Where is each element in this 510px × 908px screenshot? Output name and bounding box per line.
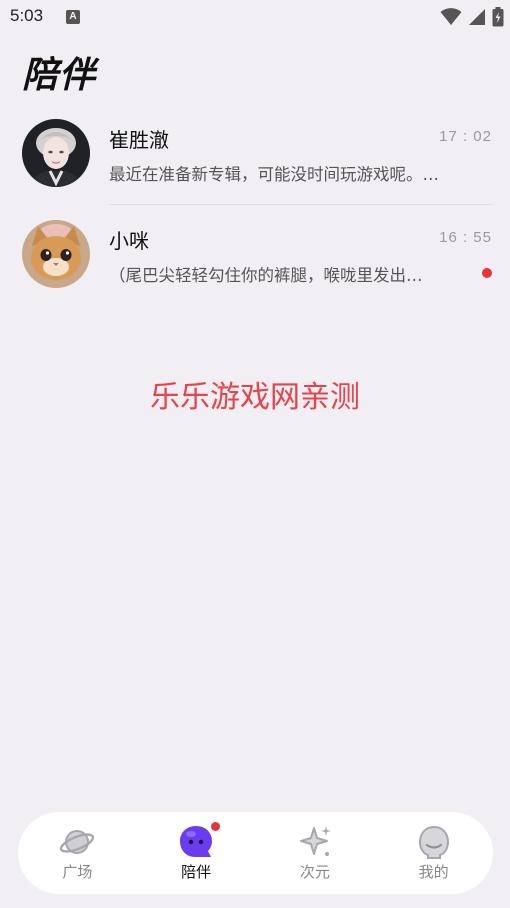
chat-preview: 最近在准备新专辑，可能没时间玩游戏呢。…	[109, 165, 439, 184]
status-time: 5:03	[10, 6, 44, 25]
planet-icon	[60, 830, 95, 854]
notification-badge	[210, 822, 220, 831]
nav-item-companion[interactable]: 陪伴	[137, 812, 256, 894]
unread-dot	[482, 268, 492, 278]
chat-item[interactable]: 小咪 16 : 55 （尾巴尖轻轻勾住你的裤腿，喉咙里发出…	[0, 213, 510, 314]
notification-a-icon: A	[66, 10, 80, 24]
screen: 5:03 A 陪伴 崔胜澈 17: 02 最近在准备新专辑，可能没时间玩游戏呢…	[0, 0, 510, 908]
wifi-icon	[440, 8, 462, 25]
chat-preview: （尾巴尖轻轻勾住你的裤腿，喉咙里发出…	[109, 266, 423, 285]
nav-label: 次元	[299, 863, 330, 881]
avatar[interactable]	[22, 220, 90, 288]
status-bar: 5:03 A	[0, 0, 510, 36]
page-title: 陪伴	[22, 55, 97, 96]
chat-name: 崔胜澈	[109, 128, 169, 152]
chat-list: 崔胜澈 17 : 02 最近在准备新专辑，可能没时间玩游戏呢。… 小咪 16:…	[0, 112, 510, 314]
nav-item-dimension[interactable]: 次元	[256, 812, 375, 894]
status-indicators	[440, 7, 504, 27]
chat-time: 17 : 02	[439, 128, 492, 145]
nav-label: 陪伴	[181, 863, 212, 881]
nav-item-profile[interactable]: 我的	[374, 812, 493, 894]
nav-item-plaza[interactable]: 广场	[18, 812, 137, 894]
chat-bubble-icon	[180, 826, 213, 857]
watermark-text: 乐乐游戏网亲测	[150, 380, 360, 415]
chat-time: 16 : 55	[439, 229, 492, 246]
profile-face-icon	[418, 825, 449, 859]
divider	[109, 204, 492, 205]
nav-label: 广场	[62, 863, 93, 881]
nav-label: 我的	[418, 863, 449, 881]
battery-icon	[492, 7, 504, 27]
avatar[interactable]	[22, 119, 90, 187]
bottom-nav: 广场 陪伴 次元 我的	[18, 812, 493, 894]
signal-icon	[469, 9, 485, 25]
chat-name: 小咪	[109, 229, 149, 253]
chat-item[interactable]: 崔胜澈 17 : 02 最近在准备新专辑，可能没时间玩游戏呢。…	[0, 112, 510, 213]
sparkle-icon	[299, 826, 331, 856]
